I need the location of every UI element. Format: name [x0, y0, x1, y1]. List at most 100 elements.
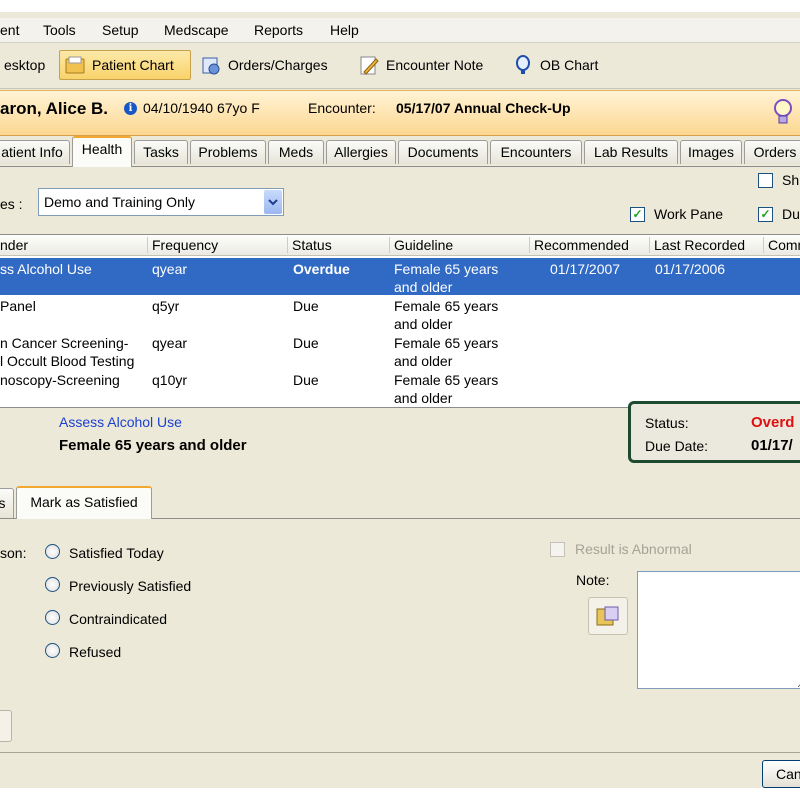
menu-reports[interactable]: Reports — [254, 22, 303, 38]
row-frequency: qyear — [152, 335, 188, 351]
menu-tools[interactable]: Tools — [43, 22, 76, 38]
tab-details[interactable]: s — [0, 488, 14, 518]
refused-radio[interactable] — [45, 643, 60, 658]
patient-chart-button[interactable]: Patient Chart — [59, 50, 191, 80]
due-date-value: 01/17/ — [751, 437, 793, 454]
status-summary-box: Status: Overd Due Date: 01/17/ — [628, 401, 800, 463]
note-label: Note: — [576, 572, 610, 588]
row-last-recorded: 01/17/2006 — [655, 261, 726, 277]
patient-banner: aron, Alice B. i 04/10/1940 67yo F Encou… — [0, 90, 800, 136]
row-status: Overdue — [293, 261, 350, 277]
lightbulb-icon[interactable] — [773, 97, 793, 127]
note-template-icon — [596, 606, 619, 626]
tab-tasks[interactable]: Tasks — [134, 140, 188, 164]
contraindicated-radio[interactable] — [45, 610, 60, 625]
tab-orders[interactable]: Orders — [744, 140, 800, 164]
tab-images[interactable]: Images — [680, 140, 742, 164]
result-abnormal-checkbox[interactable] — [550, 542, 565, 557]
previously-satisfied-radio[interactable] — [45, 577, 60, 592]
table-row[interactable]: Panel q5yr Due Female 65 years and older — [0, 295, 800, 332]
guideline-set-select[interactable]: Demo and Training Only — [38, 188, 284, 216]
encounter-value[interactable]: 05/17/07 Annual Check-Up — [396, 100, 571, 116]
desktop-button[interactable]: esktop — [0, 50, 49, 80]
row-reminder: ss Alcohol Use — [0, 261, 92, 277]
row-frequency: q5yr — [152, 298, 180, 314]
footer-divider — [0, 752, 800, 753]
due-date-label: Due Date: — [645, 438, 709, 454]
chart-tabs: atient Info Health Tasks Problems Meds A… — [0, 136, 800, 167]
refused-label[interactable]: Refused — [69, 644, 121, 660]
menu-help[interactable]: Help — [330, 22, 359, 38]
table-row[interactable]: n Cancer Screening- l Occult Blood Testi… — [0, 332, 800, 369]
previously-satisfied-label[interactable]: Previously Satisfied — [69, 578, 191, 594]
detail-title[interactable]: Assess Alcohol Use — [59, 414, 182, 430]
menu-bar: ent Tools Setup Medscape Reports Help — [0, 18, 800, 43]
detail-subtitle: Female 65 years and older — [59, 437, 247, 454]
row-status: Due — [293, 335, 319, 351]
tab-lab-results[interactable]: Lab Results — [584, 140, 678, 164]
tab-mark-as-satisfied[interactable]: Mark as Satisfied — [16, 486, 152, 519]
note-template-button[interactable] — [588, 597, 628, 635]
reminder-detail: Assess Alcohol Use Female 65 years and o… — [0, 401, 800, 470]
row-reminder: Panel — [0, 298, 36, 314]
ob-chart-label: OB Chart — [540, 57, 599, 73]
tab-health[interactable]: Health — [72, 136, 132, 167]
work-pane-label: Work Pane — [654, 206, 723, 222]
table-row[interactable]: ss Alcohol Use qyear Overdue Female 65 y… — [0, 258, 800, 295]
col-status[interactable]: Status — [288, 237, 390, 253]
encounter-note-button[interactable]: Encounter Note — [354, 50, 487, 80]
row-guideline: Female 65 years and older — [394, 372, 499, 406]
folder-icon — [65, 56, 85, 74]
show-checkbox[interactable] — [758, 173, 773, 188]
contraindicated-label[interactable]: Contraindicated — [69, 611, 167, 627]
col-comment[interactable]: Comm — [764, 237, 800, 253]
info-icon[interactable]: i — [124, 102, 137, 115]
due-checkbox[interactable]: ✓ — [758, 207, 773, 222]
tab-allergies[interactable]: Allergies — [326, 140, 396, 164]
app-window: ent Tools Setup Medscape Reports Help es… — [0, 12, 800, 788]
satisfied-today-radio[interactable] — [45, 544, 60, 559]
orders-charges-button[interactable]: Orders/Charges — [196, 50, 332, 80]
patient-chart-label: Patient Chart — [92, 57, 174, 73]
action-tabs: s Mark as Satisfied — [0, 484, 800, 519]
desktop-button-label: esktop — [4, 57, 46, 73]
row-frequency: q10yr — [152, 372, 188, 388]
work-pane-checkbox[interactable]: ✓ — [630, 207, 645, 222]
tab-documents[interactable]: Documents — [398, 140, 488, 164]
orders-charges-label: Orders/Charges — [228, 57, 328, 73]
cancel-button[interactable]: Can — [762, 760, 800, 788]
ob-chart-button[interactable]: OB Chart — [508, 50, 602, 80]
row-reminder: n Cancer Screening- l Occult Blood Testi… — [0, 335, 135, 369]
col-last-recorded[interactable]: Last Recorded — [650, 237, 764, 253]
chevron-down-icon[interactable] — [264, 190, 282, 214]
main-toolbar: esktop Patient Chart Orders/Charges Enco… — [0, 44, 800, 89]
row-guideline: Female 65 years and older — [394, 298, 499, 332]
menu-medscape[interactable]: Medscape — [164, 22, 229, 38]
guideline-set-value: Demo and Training Only — [44, 194, 195, 210]
note-textarea[interactable] — [637, 571, 800, 689]
row-status: Due — [293, 372, 319, 388]
tab-problems[interactable]: Problems — [190, 140, 266, 164]
encounter-note-label: Encounter Note — [386, 57, 484, 73]
col-reminder[interactable]: nder — [0, 237, 148, 253]
col-recommended[interactable]: Recommended — [530, 237, 650, 253]
menu-patient[interactable]: ent — [0, 22, 19, 38]
reason-label: son: — [0, 545, 27, 561]
filter-row: es : Demo and Training Only Sh ✓ Work Pa… — [0, 166, 800, 230]
ob-chart-icon — [516, 55, 530, 74]
row-status: Due — [293, 298, 319, 314]
mark-satisfied-panel: son: Satisfied Today Previously Satisfie… — [0, 519, 800, 699]
pencil-icon — [360, 56, 379, 75]
left-partial-button[interactable] — [0, 710, 12, 742]
tab-encounters[interactable]: Encounters — [490, 140, 582, 164]
patient-name[interactable]: aron, Alice B. — [0, 99, 108, 119]
due-checkbox-label: Du — [782, 206, 800, 222]
col-frequency[interactable]: Frequency — [148, 237, 288, 253]
menu-setup[interactable]: Setup — [102, 22, 139, 38]
satisfied-today-label[interactable]: Satisfied Today — [69, 545, 164, 561]
tab-meds[interactable]: Meds — [268, 140, 324, 164]
tab-patient-info[interactable]: atient Info — [0, 140, 70, 164]
show-checkbox-label: Sh — [782, 172, 800, 188]
col-guideline[interactable]: Guideline — [390, 237, 530, 253]
health-maintenance-grid: nder Frequency Status Guideline Recommen… — [0, 234, 800, 408]
